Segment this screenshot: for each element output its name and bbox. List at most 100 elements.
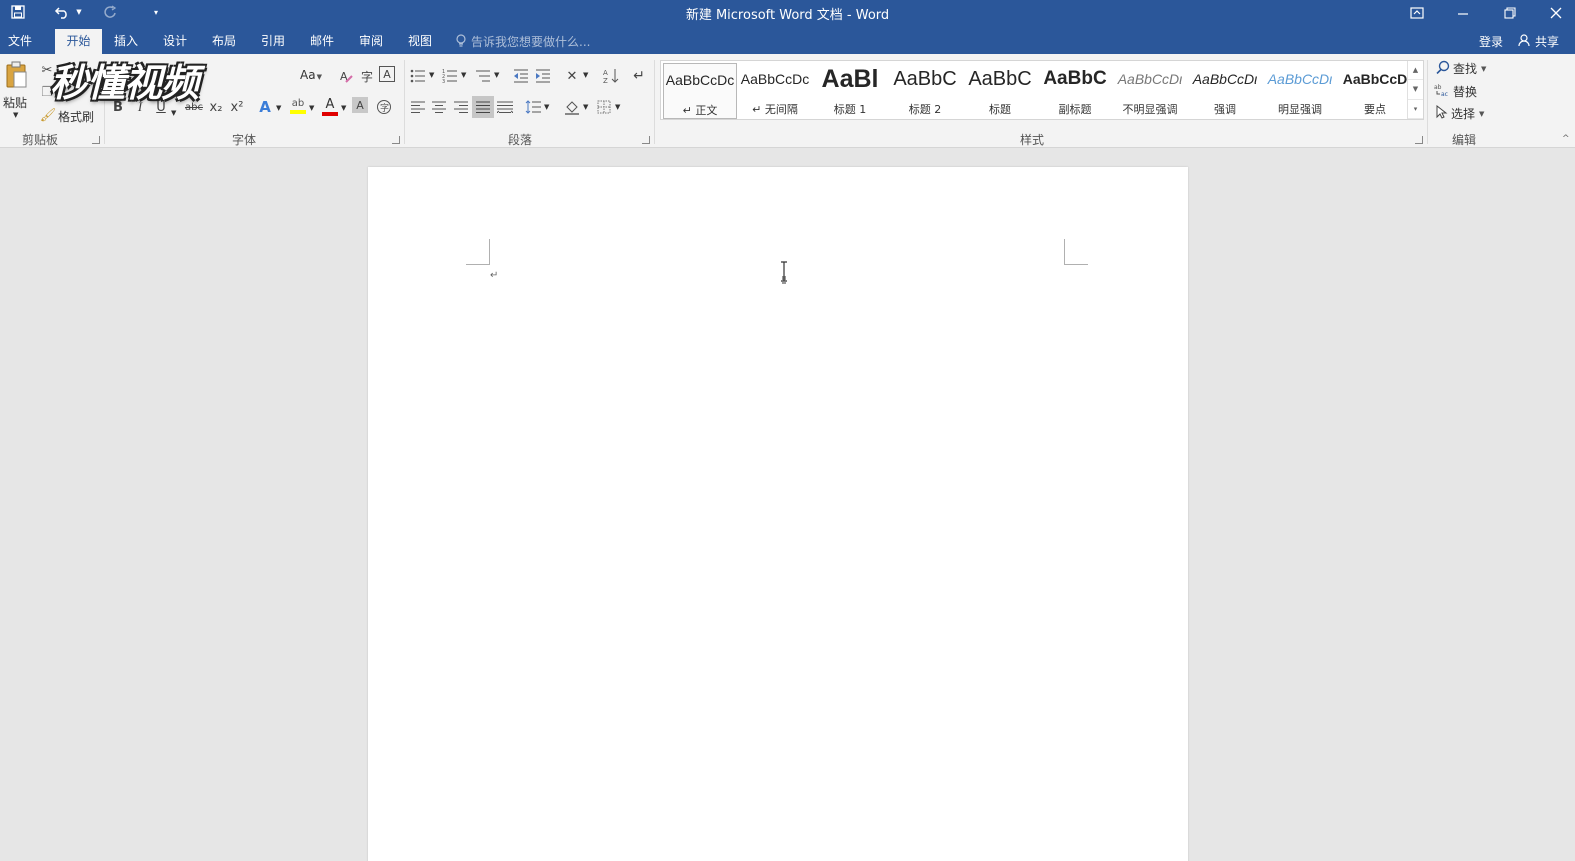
style-normal[interactable]: AaBbCcDc ↵ 正文 (663, 63, 737, 119)
tab-file[interactable]: 文件 (0, 29, 40, 54)
align-right-icon[interactable] (451, 97, 471, 117)
document-page[interactable]: ↵ (368, 167, 1188, 861)
align-left-icon[interactable] (408, 97, 428, 117)
multilevel-dropdown-icon[interactable]: ▼ (494, 71, 499, 79)
font-color-dropdown-icon[interactable]: ▼ (341, 104, 346, 112)
superscript-button[interactable]: x² (227, 97, 247, 117)
tell-me-placeholder: 告诉我您想要做什么... (471, 35, 591, 49)
decrease-indent-icon[interactable] (511, 66, 531, 86)
style-name: 要点 (1364, 103, 1386, 116)
highlight-dropdown-icon[interactable]: ▼ (309, 104, 314, 112)
change-case-button[interactable]: Aa▼ (300, 68, 322, 82)
shading-icon[interactable] (562, 97, 582, 117)
tab-mailings[interactable]: 邮件 (302, 29, 342, 54)
text-effects-icon[interactable]: A (255, 97, 275, 117)
gallery-more-icon[interactable]: ▾ (1408, 100, 1423, 119)
gallery-up-icon[interactable]: ▲ (1408, 61, 1423, 81)
style-strong[interactable]: AaBbCcD 要点 (1338, 63, 1412, 119)
editing-group-label: 编辑 (1451, 133, 1476, 147)
styles-gallery-scroll: ▲ ▼ ▾ (1407, 61, 1423, 119)
tab-layout[interactable]: 布局 (204, 29, 244, 54)
tab-references[interactable]: 引用 (253, 29, 293, 54)
styles-launcher-icon[interactable] (1415, 136, 1423, 144)
text-effects-dropdown-icon[interactable]: ▼ (276, 104, 281, 112)
style-no-spacing[interactable]: AaBbCcDc ↵ 无间隔 (738, 63, 812, 119)
font-launcher-icon[interactable] (392, 136, 400, 144)
numbering-dropdown-icon[interactable]: ▼ (461, 71, 466, 79)
line-spacing-icon[interactable] (523, 97, 543, 117)
paste-dropdown-icon[interactable]: ▼ (13, 111, 18, 119)
ribbon-display-options-icon[interactable] (1394, 0, 1440, 26)
svg-text:A: A (603, 69, 608, 77)
line-spacing-dropdown-icon[interactable]: ▼ (544, 103, 549, 111)
highlight-color-button[interactable]: ab (288, 95, 308, 117)
distributed-icon[interactable] (495, 97, 515, 117)
svg-text:ac: ac (1441, 91, 1448, 97)
style-sample: AaBbC (893, 68, 957, 90)
character-border-icon[interactable]: A (379, 66, 395, 82)
highlight-color-swatch (290, 110, 306, 114)
document-area[interactable]: ↵ (0, 149, 1575, 861)
multilevel-list-icon[interactable] (473, 66, 493, 86)
shading-dropdown-icon[interactable]: ▼ (583, 103, 588, 111)
style-heading-2[interactable]: AaBbC 标题 2 (888, 63, 962, 119)
tab-design[interactable]: 设计 (155, 29, 195, 54)
tell-me-search[interactable]: 告诉我您想要做什么... (456, 33, 590, 50)
change-case-label: Aa (300, 68, 316, 82)
show-marks-icon[interactable]: ↵ (629, 66, 649, 86)
style-subtitle[interactable]: AaBbC 副标题 (1038, 63, 1112, 119)
chinese-layout-icon[interactable]: ✕ (562, 66, 582, 86)
style-subtle-emphasis[interactable]: AaBbCcDι 不明显强调 (1113, 63, 1187, 119)
tab-insert[interactable]: 插入 (106, 29, 146, 54)
minimize-icon[interactable] (1440, 0, 1486, 26)
select-button[interactable]: 选择 ▼ (1436, 104, 1484, 122)
borders-icon[interactable] (594, 97, 614, 117)
tab-review[interactable]: 审阅 (351, 29, 391, 54)
style-emphasis[interactable]: AaBbCcDι 强调 (1188, 63, 1262, 119)
paragraph-launcher-icon[interactable] (642, 136, 650, 144)
enclose-characters-icon[interactable]: 字 (374, 97, 394, 117)
chinese-layout-dropdown-icon[interactable]: ▼ (583, 71, 588, 79)
underline-dropdown-icon[interactable]: ▼ (171, 109, 176, 117)
find-label: 查找 (1453, 62, 1478, 76)
font-color-button[interactable]: A (320, 95, 340, 117)
watermark-text: 秒懂视频 (50, 61, 199, 105)
sort-icon[interactable]: AZ (601, 66, 621, 86)
bullets-dropdown-icon[interactable]: ▼ (429, 71, 434, 79)
bullets-icon[interactable] (408, 66, 428, 86)
tab-view[interactable]: 视图 (400, 29, 440, 54)
tab-home[interactable]: 开始 (55, 29, 102, 54)
align-center-icon[interactable] (429, 97, 449, 117)
style-title[interactable]: AaBbC 标题 (963, 63, 1037, 119)
paste-icon[interactable] (5, 60, 29, 90)
replace-button[interactable]: ab ac 替换 (1434, 83, 1477, 100)
svg-text:Z: Z (603, 77, 608, 84)
clipboard-launcher-icon[interactable] (92, 136, 100, 144)
style-intense-emphasis[interactable]: AaBbCcDι 明显强调 (1263, 63, 1337, 119)
style-heading-1[interactable]: AaBl 标题 1 (813, 63, 887, 119)
restore-icon[interactable] (1487, 0, 1533, 26)
close-icon[interactable] (1533, 0, 1575, 26)
increase-indent-icon[interactable] (533, 66, 553, 86)
phonetic-guide-icon[interactable]: 字 (357, 66, 377, 86)
character-shading-icon[interactable]: A (352, 97, 368, 113)
subscript-button[interactable]: x₂ (206, 97, 226, 117)
justify-icon[interactable] (472, 96, 494, 118)
font-group-label: 字体 (231, 133, 256, 147)
find-dropdown-icon: ▼ (1481, 64, 1487, 73)
clear-formatting-icon[interactable]: A (336, 66, 356, 86)
gallery-down-icon[interactable]: ▼ (1408, 80, 1423, 100)
format-painter-label[interactable]: 格式刷 (58, 108, 94, 125)
vertical-scrollbar[interactable] (1567, 149, 1575, 861)
borders-dropdown-icon[interactable]: ▼ (615, 103, 620, 111)
numbering-icon[interactable]: 123 (440, 66, 460, 86)
highlight-icon: ab (291, 98, 305, 109)
share-button[interactable]: 共享 (1518, 33, 1559, 50)
paste-label[interactable]: 粘贴 (3, 94, 27, 111)
find-button[interactable]: 查找 ▼ (1436, 60, 1486, 77)
collapse-ribbon-icon[interactable]: ^ (1562, 134, 1570, 144)
format-painter-icon[interactable]: 🖌 (38, 105, 58, 125)
style-sample: AaBbC (968, 68, 1032, 90)
sign-in-link[interactable]: 登录 (1479, 33, 1503, 50)
text-cursor-ibeam-icon (780, 261, 788, 288)
